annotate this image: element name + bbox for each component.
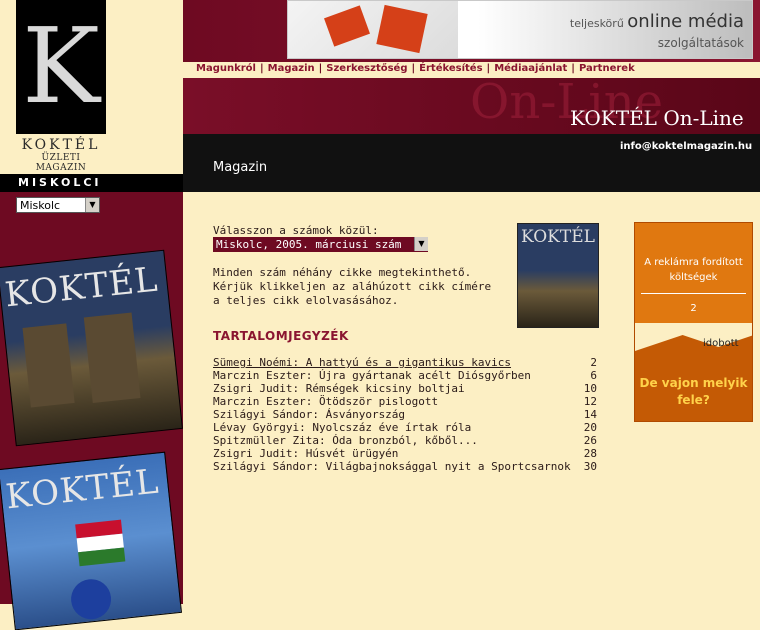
toc-page-number: 20 bbox=[583, 421, 597, 434]
toc-article-title: Marczin Eszter: Ötödször pislogott bbox=[213, 395, 439, 408]
table-of-contents: Sümegi Noémi: A hattyú és a gigantikus k… bbox=[213, 356, 597, 473]
side-ad-divider bbox=[641, 293, 746, 294]
ad-banner-line1: teljeskörű online média bbox=[570, 11, 744, 32]
side-ad-headline: A reklámra fordított költségek bbox=[644, 257, 743, 283]
magazine-cover-previous[interactable]: KOKTÉL bbox=[0, 451, 183, 630]
toc-page-number: 30 bbox=[583, 460, 597, 473]
logo-mark: K bbox=[16, 0, 106, 134]
ad-banner-image bbox=[288, 1, 458, 58]
contact-email-link[interactable]: info@koktelmagazin.hu bbox=[620, 141, 752, 152]
toc-row: Marczin Eszter: Újra gyártanak acélt Dió… bbox=[213, 369, 597, 382]
chevron-down-icon[interactable]: ▼ bbox=[85, 198, 99, 212]
toc-row: Marczin Eszter: Ötödször pislogott 12 bbox=[213, 395, 597, 408]
toc-article-title: Lévay Györgyi: Nyolcszáz éve írtak róla bbox=[213, 421, 472, 434]
toc-article-title: Szilágyi Sándor: Világbajnoksággal nyit … bbox=[213, 460, 571, 473]
cover-title: KOKTÉL bbox=[521, 227, 595, 247]
main-nav: Magunkról | Magazin | Szerkesztőség | Értékesí… bbox=[196, 63, 635, 74]
logo-area[interactable]: K KOKTÉL ÜZLETI MAGAZIN bbox=[0, 0, 183, 174]
nav-separator: | bbox=[259, 63, 264, 74]
toc-page-number: 12 bbox=[583, 395, 597, 408]
toc-article-link[interactable]: Sümegi Noémi: A hattyú és a gigantikus k… bbox=[213, 356, 511, 369]
intro-line: Minden szám néhány cikke megtekinthető. bbox=[213, 266, 472, 279]
nav-separator: | bbox=[411, 63, 416, 74]
nav-item-magazin[interactable]: Magazin bbox=[268, 63, 315, 74]
toc-article-title: Szilágyi Sándor: Ásványország bbox=[213, 408, 406, 421]
ad-banner-headline: online média bbox=[627, 11, 744, 32]
side-ad-partial-text: idobott bbox=[703, 338, 739, 349]
intro-line: a teljes cikk elolvasásához. bbox=[213, 294, 399, 307]
nav-separator: | bbox=[571, 63, 575, 74]
toc-page-number: 28 bbox=[583, 447, 597, 460]
nav-item-ertekesites[interactable]: Értékesítés bbox=[419, 63, 482, 74]
toc-page-number: 14 bbox=[583, 408, 597, 421]
intro-line: Kérjük klikkeljen az aláhúzott cikk címé… bbox=[213, 280, 492, 293]
cover-title: KOKTÉL bbox=[3, 461, 162, 518]
side-ad-question: De vajon melyik fele? bbox=[639, 376, 748, 407]
toc-page-number: 2 bbox=[590, 356, 597, 369]
issue-cover-thumbnail[interactable]: KOKTÉL bbox=[517, 223, 599, 328]
site-title: KOKTÉL On-Line bbox=[570, 106, 744, 130]
toc-title: TARTALOMJEGYZÉK bbox=[213, 329, 349, 343]
ad-banner-text-area: teljeskörű online média szolgáltatások bbox=[478, 1, 752, 58]
issue-select-label: Válasszon a számok közül: bbox=[213, 224, 379, 237]
ad-banner-prefix: teljeskörű bbox=[569, 17, 624, 30]
toc-page-number: 6 bbox=[590, 369, 597, 382]
toc-article-title: Marczin Eszter: Újra gyártanak acélt Dió… bbox=[213, 369, 531, 382]
logo-letter: K bbox=[22, 5, 100, 127]
side-ad-number: 2 bbox=[690, 303, 697, 314]
city-select-value: Miskolc bbox=[20, 199, 61, 212]
chevron-down-icon[interactable]: ▼ bbox=[414, 237, 428, 251]
issue-select-value: Miskolc, 2005. márciusi szám bbox=[216, 238, 402, 251]
nav-item-partnerek[interactable]: Partnerek bbox=[579, 63, 635, 74]
city-label: MISKOLCI bbox=[18, 176, 102, 189]
city-select[interactable]: Miskolc ▼ bbox=[16, 197, 100, 213]
toc-page-number: 10 bbox=[583, 382, 597, 395]
nav-item-magunkrol[interactable]: Magunkról bbox=[196, 63, 256, 74]
cover-building-image bbox=[83, 312, 141, 404]
nav-separator: | bbox=[318, 63, 323, 74]
toc-row: Szilágyi Sándor: Világbajnoksággal nyit … bbox=[213, 460, 597, 473]
toc-row: Spitzmüller Zita: Óda bronzból, kőből...… bbox=[213, 434, 597, 447]
toc-page-number: 26 bbox=[583, 434, 597, 447]
ad-banner-line2: szolgáltatások bbox=[657, 36, 744, 50]
eu-flag-image bbox=[69, 577, 114, 622]
nav-item-mediaajanlat[interactable]: Médiaajánlat bbox=[494, 63, 567, 74]
toc-row: Lévay Györgyi: Nyolcszáz éve írtak róla 2… bbox=[213, 421, 597, 434]
toc-article-title: Zsigri Judit: Rémségek kicsiny boltjai bbox=[213, 382, 465, 395]
toc-row[interactable]: Sümegi Noémi: A hattyú és a gigantikus k… bbox=[213, 356, 597, 369]
side-ad[interactable]: A reklámra fordított költségek 2 idobott… bbox=[634, 222, 753, 422]
toc-article-title: Zsigri Judit: Húsvét ürügyén bbox=[213, 447, 399, 460]
toc-row: Szilágyi Sándor: Ásványország 14 bbox=[213, 408, 597, 421]
cover-title: KOKTÉL bbox=[2, 259, 161, 316]
intro-text: Minden szám néhány cikke megtekinthető. … bbox=[213, 266, 493, 308]
issue-select[interactable]: Miskolc, 2005. márciusi szám ▼ bbox=[213, 237, 428, 252]
page-title: Magazin bbox=[213, 160, 268, 175]
toc-row: Zsigri Judit: Rémségek kicsiny boltjai 10 bbox=[213, 382, 597, 395]
logo-name: KOKTÉL bbox=[21, 137, 101, 153]
logo-subtitle: ÜZLETI MAGAZIN bbox=[35, 153, 87, 173]
toc-article-title: Spitzmüller Zita: Óda bronzból, kőből... bbox=[213, 434, 478, 447]
cover-building-image bbox=[22, 323, 75, 408]
nav-item-szerkesztoseg[interactable]: Szerkesztőség bbox=[326, 63, 407, 74]
toc-row: Zsigri Judit: Húsvét ürügyén 28 bbox=[213, 447, 597, 460]
nav-separator: | bbox=[486, 63, 491, 74]
ad-banner[interactable]: teljeskörű online média szolgáltatások bbox=[287, 0, 753, 59]
magazine-cover-current[interactable]: KOKTÉL bbox=[0, 249, 183, 447]
